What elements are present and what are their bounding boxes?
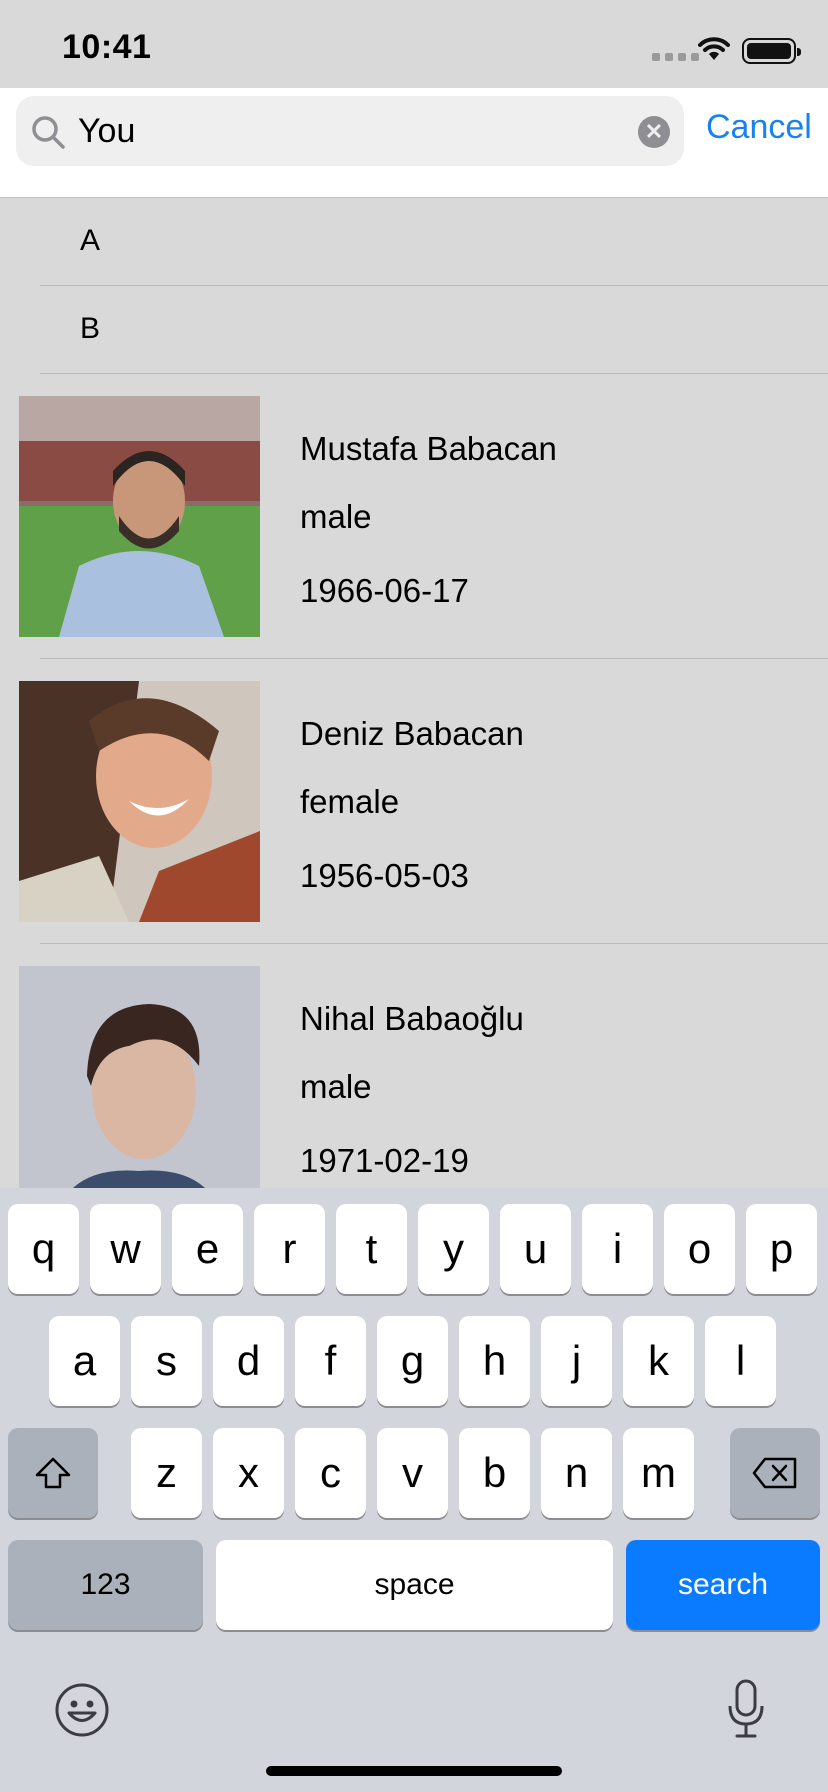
person-name: Mustafa Babacan [300, 430, 557, 467]
clear-search-icon[interactable]: ✕ [638, 116, 670, 148]
backspace-key[interactable] [730, 1428, 820, 1518]
keyboard: q w e r t y u i o p a s d f g h j k l z … [0, 1188, 828, 1792]
key-e[interactable]: e [172, 1204, 243, 1294]
emoji-icon[interactable] [54, 1682, 110, 1738]
person-birthdate: 1971-02-19 [300, 1142, 469, 1179]
key-g[interactable]: g [377, 1316, 448, 1406]
person-photo [19, 396, 260, 637]
key-c[interactable]: c [295, 1428, 366, 1518]
section-header-b: B [0, 286, 828, 374]
key-x[interactable]: x [213, 1428, 284, 1518]
person-name: Deniz Babacan [300, 715, 524, 752]
search-field[interactable]: ✕ [16, 96, 684, 166]
key-z[interactable]: z [131, 1428, 202, 1518]
key-b[interactable]: b [459, 1428, 530, 1518]
key-h[interactable]: h [459, 1316, 530, 1406]
key-f[interactable]: f [295, 1316, 366, 1406]
numbers-key[interactable]: 123 [8, 1540, 203, 1630]
search-icon [32, 116, 65, 149]
person-name: Nihal Babaoğlu [300, 1000, 524, 1037]
home-indicator [266, 1766, 562, 1776]
key-a[interactable]: a [49, 1316, 120, 1406]
microphone-icon[interactable] [726, 1678, 766, 1740]
key-s[interactable]: s [131, 1316, 202, 1406]
key-i[interactable]: i [582, 1204, 653, 1294]
status-bar: 10:41 [0, 0, 828, 88]
space-key[interactable]: space [216, 1540, 613, 1630]
cancel-button[interactable]: Cancel [706, 108, 812, 147]
person-gender: male [300, 498, 372, 535]
key-l[interactable]: l [705, 1316, 776, 1406]
status-time: 10:41 [62, 28, 152, 66]
key-d[interactable]: d [213, 1316, 284, 1406]
search-key[interactable]: search [626, 1540, 820, 1630]
person-birthdate: 1966-06-17 [300, 572, 469, 609]
section-letter: B [80, 312, 101, 345]
person-gender: female [300, 783, 400, 820]
shift-icon [35, 1457, 71, 1489]
key-p[interactable]: p [746, 1204, 817, 1294]
cellular-signal-icon [652, 53, 699, 61]
key-k[interactable]: k [623, 1316, 694, 1406]
key-q[interactable]: q [8, 1204, 79, 1294]
key-w[interactable]: w [90, 1204, 161, 1294]
key-m[interactable]: m [623, 1428, 694, 1518]
key-v[interactable]: v [377, 1428, 448, 1518]
key-r[interactable]: r [254, 1204, 325, 1294]
key-o[interactable]: o [664, 1204, 735, 1294]
wifi-icon [698, 37, 730, 60]
person-photo [19, 966, 260, 1188]
person-gender: male [300, 1068, 372, 1105]
search-header: ✕ Cancel [0, 88, 828, 198]
person-birthdate: 1956-05-03 [300, 857, 469, 894]
shift-key[interactable] [8, 1428, 98, 1518]
backspace-icon [752, 1457, 797, 1489]
person-row[interactable]: Deniz Babacan female 1956-05-03 [0, 659, 828, 944]
person-row[interactable]: Mustafa Babacan male 1966-06-17 [0, 374, 828, 659]
search-input[interactable] [78, 104, 618, 158]
person-photo [19, 681, 260, 922]
section-letter: A [80, 224, 101, 257]
battery-icon [742, 38, 801, 64]
section-header-a: A [0, 198, 828, 286]
key-u[interactable]: u [500, 1204, 571, 1294]
key-n[interactable]: n [541, 1428, 612, 1518]
results-list[interactable]: A B Mustafa Babacan male 1966-06-17 Deni… [0, 198, 828, 1188]
person-row[interactable]: Nihal Babaoğlu male 1971-02-19 [0, 944, 828, 1188]
key-t[interactable]: t [336, 1204, 407, 1294]
key-j[interactable]: j [541, 1316, 612, 1406]
key-y[interactable]: y [418, 1204, 489, 1294]
